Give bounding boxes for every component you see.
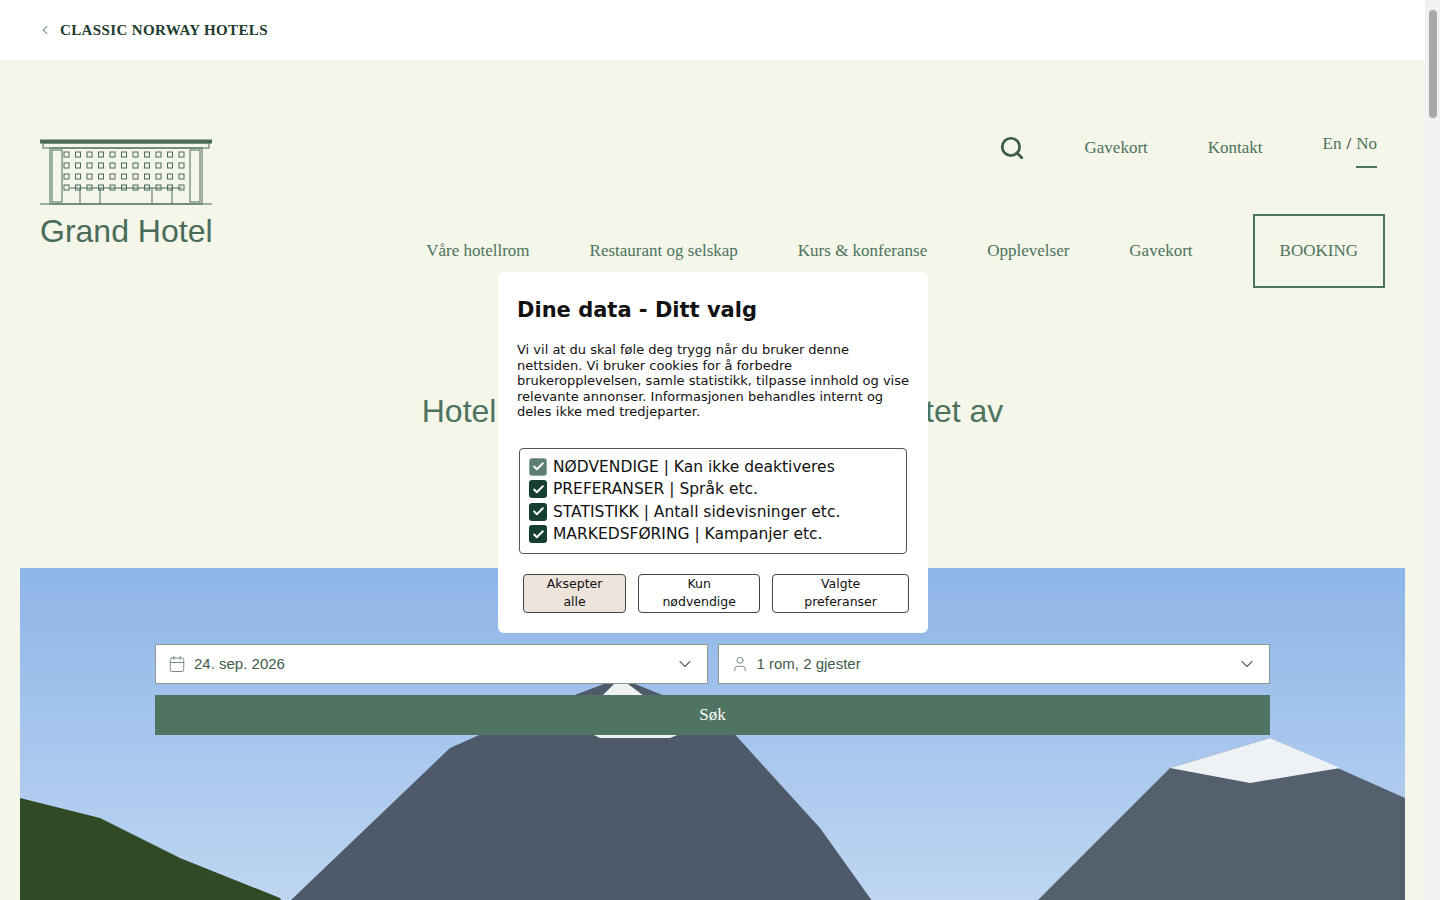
check-icon bbox=[532, 528, 545, 541]
person-icon bbox=[731, 655, 749, 673]
booking-form: 24. sep. 20261 rom, 2 gjester Søk bbox=[155, 644, 1270, 735]
dialog-button[interactable]: Valgte preferanser bbox=[772, 574, 909, 614]
checkbox[interactable] bbox=[529, 525, 547, 543]
guests-field[interactable]: 1 rom, 2 gjester bbox=[718, 644, 1271, 684]
header: Grand HotelGavekortKontaktEn/NoVåre hote… bbox=[0, 132, 1425, 288]
checkbox[interactable] bbox=[529, 503, 547, 521]
dialog-text: Vi vil at du skal føle deg trygg når du … bbox=[517, 342, 909, 420]
utility-nav: GavekortKontaktEn/No bbox=[999, 132, 1385, 164]
main-nav-item[interactable]: Våre hotellrom bbox=[426, 238, 529, 264]
date-field[interactable]: 24. sep. 2026 bbox=[155, 644, 708, 684]
scrollbar[interactable] bbox=[1425, 0, 1440, 900]
chevron-down-icon bbox=[1237, 654, 1257, 674]
utility-nav-item[interactable]: Kontakt bbox=[1208, 135, 1263, 161]
language-option[interactable]: No bbox=[1356, 128, 1377, 168]
booking-button[interactable]: BOOKING bbox=[1253, 214, 1385, 288]
browser-page: CLASSIC NORWAY HOTELS Grand Hotel Gavekort… bbox=[0, 0, 1440, 900]
main-nav-item[interactable]: Restaurant og selskap bbox=[590, 238, 738, 264]
back-link[interactable]: CLASSIC NORWAY HOTELS bbox=[38, 19, 268, 42]
logo[interactable]: Grand Hotel bbox=[40, 138, 213, 288]
utility-nav-item[interactable]: Gavekort bbox=[1085, 135, 1148, 161]
chevron-left-icon bbox=[38, 23, 52, 37]
check-icon bbox=[532, 483, 545, 496]
check-icon bbox=[532, 460, 545, 473]
main-nav-item[interactable]: Gavekort bbox=[1129, 238, 1192, 264]
checkbox[interactable] bbox=[529, 480, 547, 498]
dialog-buttons: Aksepter alle Kun nødvendige Valgte prefer… bbox=[523, 574, 909, 614]
dialog-button[interactable]: Kun nødvendige bbox=[638, 574, 760, 614]
calendar-icon bbox=[168, 655, 186, 673]
cookie-option[interactable]: STATISTIKK | Antall sidevisninger etc. bbox=[529, 503, 897, 522]
search-button[interactable]: Søk bbox=[155, 695, 1270, 735]
checkbox bbox=[529, 458, 547, 476]
cookie-option[interactable]: PREFERANSER | Språk etc. bbox=[529, 480, 897, 499]
cookie-option[interactable]: MARKEDSFØRING | Kampanjer etc. bbox=[529, 525, 897, 544]
cookie-options: NØDVENDIGE | Kan ikke deaktiveres PREFERA… bbox=[519, 448, 907, 554]
check-icon bbox=[532, 505, 545, 518]
main-nav-item[interactable]: Kurs & konferanse bbox=[798, 238, 927, 264]
scrollbar-thumb[interactable] bbox=[1429, 10, 1437, 118]
top-bar: CLASSIC NORWAY HOTELS bbox=[0, 0, 1425, 60]
dialog-title: Dine data - Ditt valg bbox=[517, 296, 909, 324]
language-option[interactable]: En bbox=[1323, 128, 1342, 168]
cookie-option: NØDVENDIGE | Kan ikke deaktiveres bbox=[529, 458, 897, 477]
dialog-button[interactable]: Aksepter alle bbox=[523, 574, 626, 614]
chevron-down-icon bbox=[675, 654, 695, 674]
hotel-logo-icon bbox=[40, 138, 212, 206]
cookie-dialog: Dine data - Ditt valg Vi vil at du skal f… bbox=[498, 272, 928, 633]
main-nav-item[interactable]: Opplevelser bbox=[987, 238, 1069, 264]
nav-area: GavekortKontaktEn/NoVåre hotellromRestau… bbox=[426, 132, 1385, 288]
search-icon[interactable] bbox=[999, 135, 1025, 161]
language-switch: En/No bbox=[1323, 128, 1377, 168]
